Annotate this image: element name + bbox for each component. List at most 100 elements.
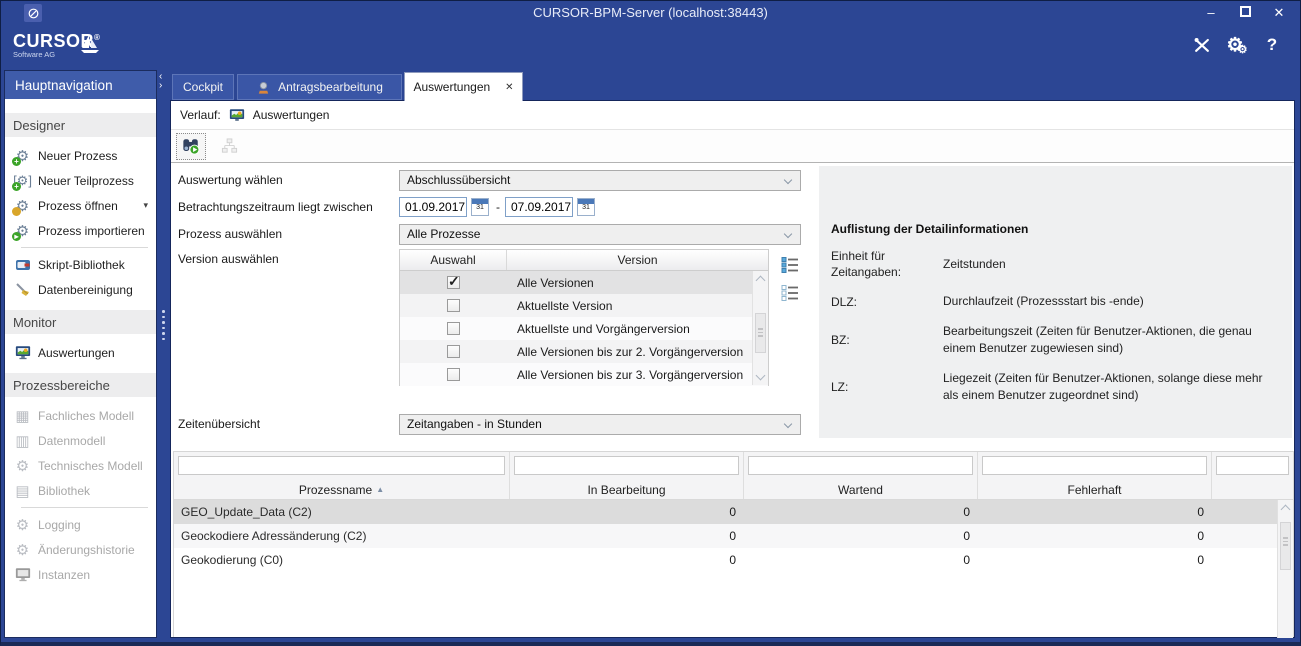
report-select-combobox[interactable]: Abschlussübersicht [399,170,801,191]
chevron-down-icon [784,230,792,238]
splitter-collapse-arrows[interactable]: ‹› [159,72,162,90]
instances-monitor-icon [14,566,31,583]
tab-antragsbearbeitung[interactable]: Antragsbearbeitung [237,74,402,100]
filter-input-wartend[interactable] [748,456,973,475]
period-from-input[interactable] [399,197,467,217]
calendar-day: 31 [476,204,484,211]
deselect-all-versions-button[interactable] [781,284,801,302]
logging-gear-icon: ⚙ [14,516,31,533]
scrollbar-thumb[interactable] [755,313,766,353]
sidebar-item-datenbereinigung[interactable]: Datenbereinigung [5,277,156,302]
sidebar-item-prozess-importieren[interactable]: ⚙▸ Prozess importieren [5,218,156,243]
period-separator: - [496,200,500,214]
details-definition: Zeitstunden [943,256,1280,273]
cell-in-bearbeitung: 0 [510,548,744,572]
tools-icon [1192,35,1212,55]
breadcrumb: Verlauf: Auswertungen [171,101,1294,130]
sidebar-item-skript-bibliothek[interactable]: Skript-Bibliothek [5,252,156,277]
version-row-label: Alle Versionen bis zur 2. Vorgängerversi… [507,345,743,359]
select-all-icon [781,256,799,274]
sidebar-item-label: Neuer Prozess [38,149,117,163]
monitor-chart-icon [229,108,245,123]
sidebar-splitter[interactable]: ‹› [157,70,170,638]
details-term: LZ: [831,379,943,395]
filter-input-fehlerhaft[interactable] [982,456,1207,475]
cell-prozessname: Geokodierung (C0) [174,548,510,572]
filter-row [174,452,1293,480]
filter-input-in-bearbeitung[interactable] [514,456,739,475]
version-row[interactable]: Alle Versionen bis zur 3. Vorgängerversi… [400,363,768,386]
version-checkbox[interactable] [447,299,460,312]
hierarchy-view-button-disabled [214,133,244,160]
filter-input-extra[interactable] [1216,456,1289,475]
table-row[interactable]: Geockodiere Adressänderung (C2) 0 0 0 [174,524,1293,548]
sidebar-item-auswertungen[interactable]: Auswertungen [5,340,156,365]
scroll-up-icon[interactable] [756,276,766,286]
splitter-grip[interactable] [162,310,165,340]
scroll-down-icon[interactable] [756,371,766,381]
sidebar-item-neuer-teilprozess[interactable]: [⚙]+ Neuer Teilprozess [5,168,156,193]
sailboat-icon [80,34,100,61]
version-row[interactable]: Alle Versionen bis zur 2. Vorgängerversi… [400,340,768,363]
cell-wartend: 0 [744,524,978,548]
cell-wartend: 0 [744,548,978,572]
maximize-button[interactable] [1237,6,1253,20]
column-header-wartend[interactable]: Wartend [744,480,978,499]
monitor-chart-icon [14,344,31,361]
calendar-day: 31 [582,204,590,211]
tab-auswertungen[interactable]: Auswertungen ✕ [404,72,523,101]
table-row[interactable]: GEO_Update_Data (C2) 0 0 0 [174,500,1293,524]
column-header-fehlerhaft[interactable]: Fehlerhaft [978,480,1212,499]
filter-input-prozessname[interactable] [178,456,505,475]
version-row[interactable]: Aktuellste Version [400,294,768,317]
sort-asc-icon: ▲ [376,485,384,494]
breadcrumb-label: Verlauf: [180,108,221,122]
column-header-prozessname[interactable]: Prozessname ▲ [174,480,510,499]
table-row[interactable]: Geokodierung (C0) 0 0 0 [174,548,1293,572]
details-definition: Bearbeitungszeit (Zeiten für Benutzer-Ak… [943,323,1280,357]
close-button[interactable]: ✕ [1271,6,1287,20]
version-row[interactable]: Aktuellste und Vorgängerversion [400,317,768,340]
tab-cockpit[interactable]: Cockpit [172,74,234,100]
version-checkbox[interactable] [447,322,460,335]
sidebar-item-label: Änderungshistorie [38,543,135,557]
checkmark-icon: ✓ [448,273,460,290]
run-report-button[interactable] [176,133,206,160]
combobox-value: Zeitangaben - in Stunden [407,417,542,431]
column-header-extra[interactable] [1212,480,1293,499]
breadcrumb-item[interactable]: Auswertungen [253,108,330,122]
version-checkbox-checked[interactable]: ✓ [447,276,460,289]
sidebar-divider [21,507,148,508]
version-row[interactable]: ✓ Alle Versionen [400,271,768,294]
window-title: CURSOR-BPM-Server (localhost:38443) [0,5,1301,20]
sidebar-item-neuer-prozess[interactable]: ⚙+ Neuer Prozess [5,143,156,168]
results-table-scrollbar[interactable] [1277,500,1293,638]
select-all-versions-button[interactable] [781,256,801,274]
tab-close-icon[interactable]: ✕ [505,82,513,93]
process-select-label: Prozess auswählen [178,224,282,244]
period-to-input[interactable] [505,197,573,217]
sidebar-item-prozess-oeffnen[interactable]: ⚙ Prozess öffnen ▾ [5,193,156,218]
version-list-header-version: Version [507,250,768,270]
calendar-to-button[interactable]: 31 [577,198,595,216]
sidebar-item-bibliothek: ▤ Bibliothek [5,478,156,503]
scrollbar-thumb[interactable] [1280,522,1291,570]
version-row-label: Aktuellste und Vorgängerversion [507,322,690,336]
minimize-button[interactable]: – [1203,6,1219,20]
settings-tools-button[interactable] [1191,34,1213,56]
report-select-label: Auswertung wählen [178,170,283,190]
version-checkbox[interactable] [447,368,460,381]
time-overview-combobox[interactable]: Zeitangaben - in Stunden [399,414,801,435]
scroll-up-icon[interactable] [1281,505,1291,515]
help-button[interactable]: ? [1261,34,1283,56]
admin-gears-button[interactable]: ⚙⚙ [1226,34,1248,56]
column-header-in-bearbeitung[interactable]: In Bearbeitung [510,480,744,499]
results-table: Prozessname ▲ In Bearbeitung Wartend Feh… [173,451,1294,637]
chevron-down-icon: ▾ [143,200,148,211]
calendar-from-button[interactable]: 31 [471,198,489,216]
process-select-combobox[interactable]: Alle Prozesse [399,224,801,245]
details-panel-title: Auflistung der Detailinformationen [831,222,1280,236]
version-checkbox[interactable] [447,345,460,358]
sidebar-item-label: Instanzen [38,568,90,582]
version-list-scrollbar[interactable] [752,271,768,385]
